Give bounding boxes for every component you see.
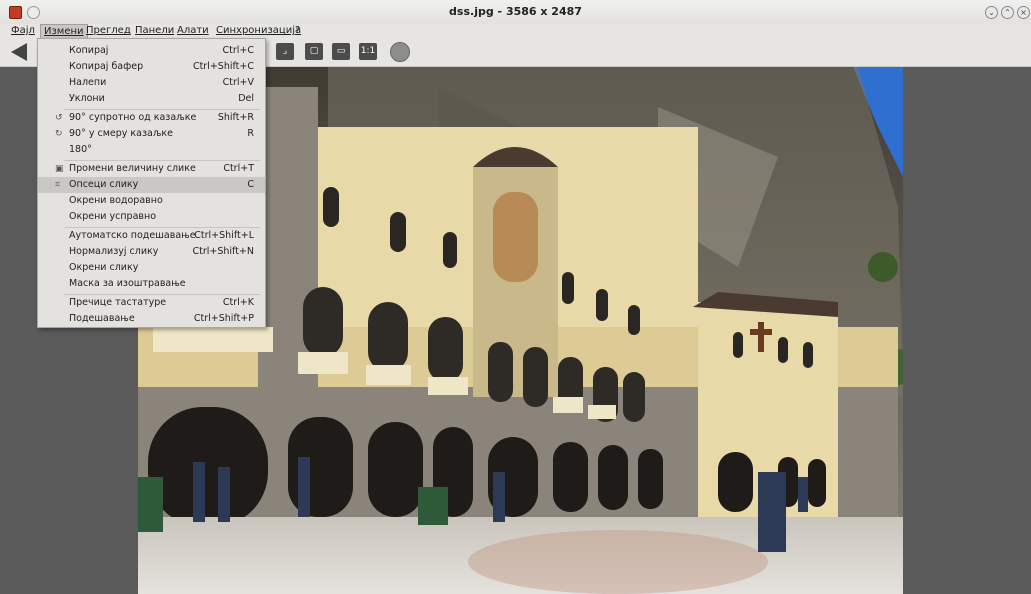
minimize-icon[interactable]: ⌄	[985, 6, 998, 19]
edit-menu: Копирај Ctrl+C Копирај бафер Ctrl+Shift+…	[37, 38, 266, 328]
fit-icon[interactable]: ▢	[305, 43, 323, 60]
menu-item-rotate-ccw[interactable]: ↺ 90° супротно од казаљке Shift+R	[38, 110, 265, 126]
actual-size-icon[interactable]: 1:1	[359, 43, 377, 60]
crop-icon[interactable]: ⌟	[276, 43, 294, 60]
menu-panels[interactable]: Панели	[132, 24, 177, 38]
menu-item-shortcuts[interactable]: Пречице тастатуре Ctrl+K	[38, 295, 265, 311]
resize-icon: ▣	[55, 164, 64, 174]
menu-item-delete[interactable]: Уклони Del	[38, 91, 265, 107]
menu-help[interactable]: ?	[292, 24, 303, 38]
menu-file[interactable]: Фајл	[8, 24, 38, 38]
rotate-ccw-icon: ↺	[55, 113, 63, 123]
menu-sync[interactable]: Синхронизација	[213, 24, 304, 38]
window-title: dss.jpg - 3586 x 2487	[449, 5, 582, 18]
menu-item-normalize[interactable]: Нормализуј слику Ctrl+Shift+N	[38, 244, 265, 260]
close-icon[interactable]: ×	[1017, 6, 1030, 19]
menu-item-rotate-180[interactable]: 180°	[38, 142, 265, 158]
menu-tools[interactable]: Алати	[174, 24, 212, 38]
menu-item-invert[interactable]: Окрени слику	[38, 260, 265, 276]
menu-view[interactable]: Преглед	[83, 24, 134, 38]
title-bar: dss.jpg - 3586 x 2487 ⌄ ⌃ ×	[0, 0, 1031, 24]
crop-icon: ⌗	[55, 180, 61, 190]
maximize-icon[interactable]: ⌃	[1001, 6, 1014, 19]
menu-item-unsharp-mask[interactable]: Маска за изоштравање	[38, 276, 265, 292]
menu-item-paste[interactable]: Налепи Ctrl+V	[38, 75, 265, 91]
menu-item-copy[interactable]: Копирај Ctrl+C	[38, 43, 265, 59]
menu-item-copy-buffer[interactable]: Копирај бафер Ctrl+Shift+C	[38, 59, 265, 75]
menu-item-resize[interactable]: ▣ Промени величину слике Ctrl+T	[38, 161, 265, 177]
menu-bar: Фајл Измени Преглед Панели Алати Синхрон…	[0, 24, 1031, 38]
rotate-cw-icon: ↻	[55, 129, 63, 139]
menu-item-rotate-cw[interactable]: ↻ 90° у смеру казаљке R	[38, 126, 265, 142]
menu-edit[interactable]: Измени	[40, 24, 88, 38]
menu-item-flip-horizontal[interactable]: Окрени водоравно	[38, 193, 265, 209]
menu-item-settings[interactable]: Подешавање Ctrl+Shift+P	[38, 311, 265, 327]
fit-width-icon[interactable]: ▭	[332, 43, 350, 60]
menu-item-auto-adjust[interactable]: Аутоматско подешавање Ctrl+Shift+L	[38, 228, 265, 244]
globe-icon[interactable]	[390, 42, 410, 62]
menu-item-flip-vertical[interactable]: Окрени усправно	[38, 209, 265, 225]
menu-item-crop[interactable]: ⌗ Опсеци слику C	[38, 177, 265, 193]
back-arrow-icon[interactable]	[11, 43, 27, 61]
